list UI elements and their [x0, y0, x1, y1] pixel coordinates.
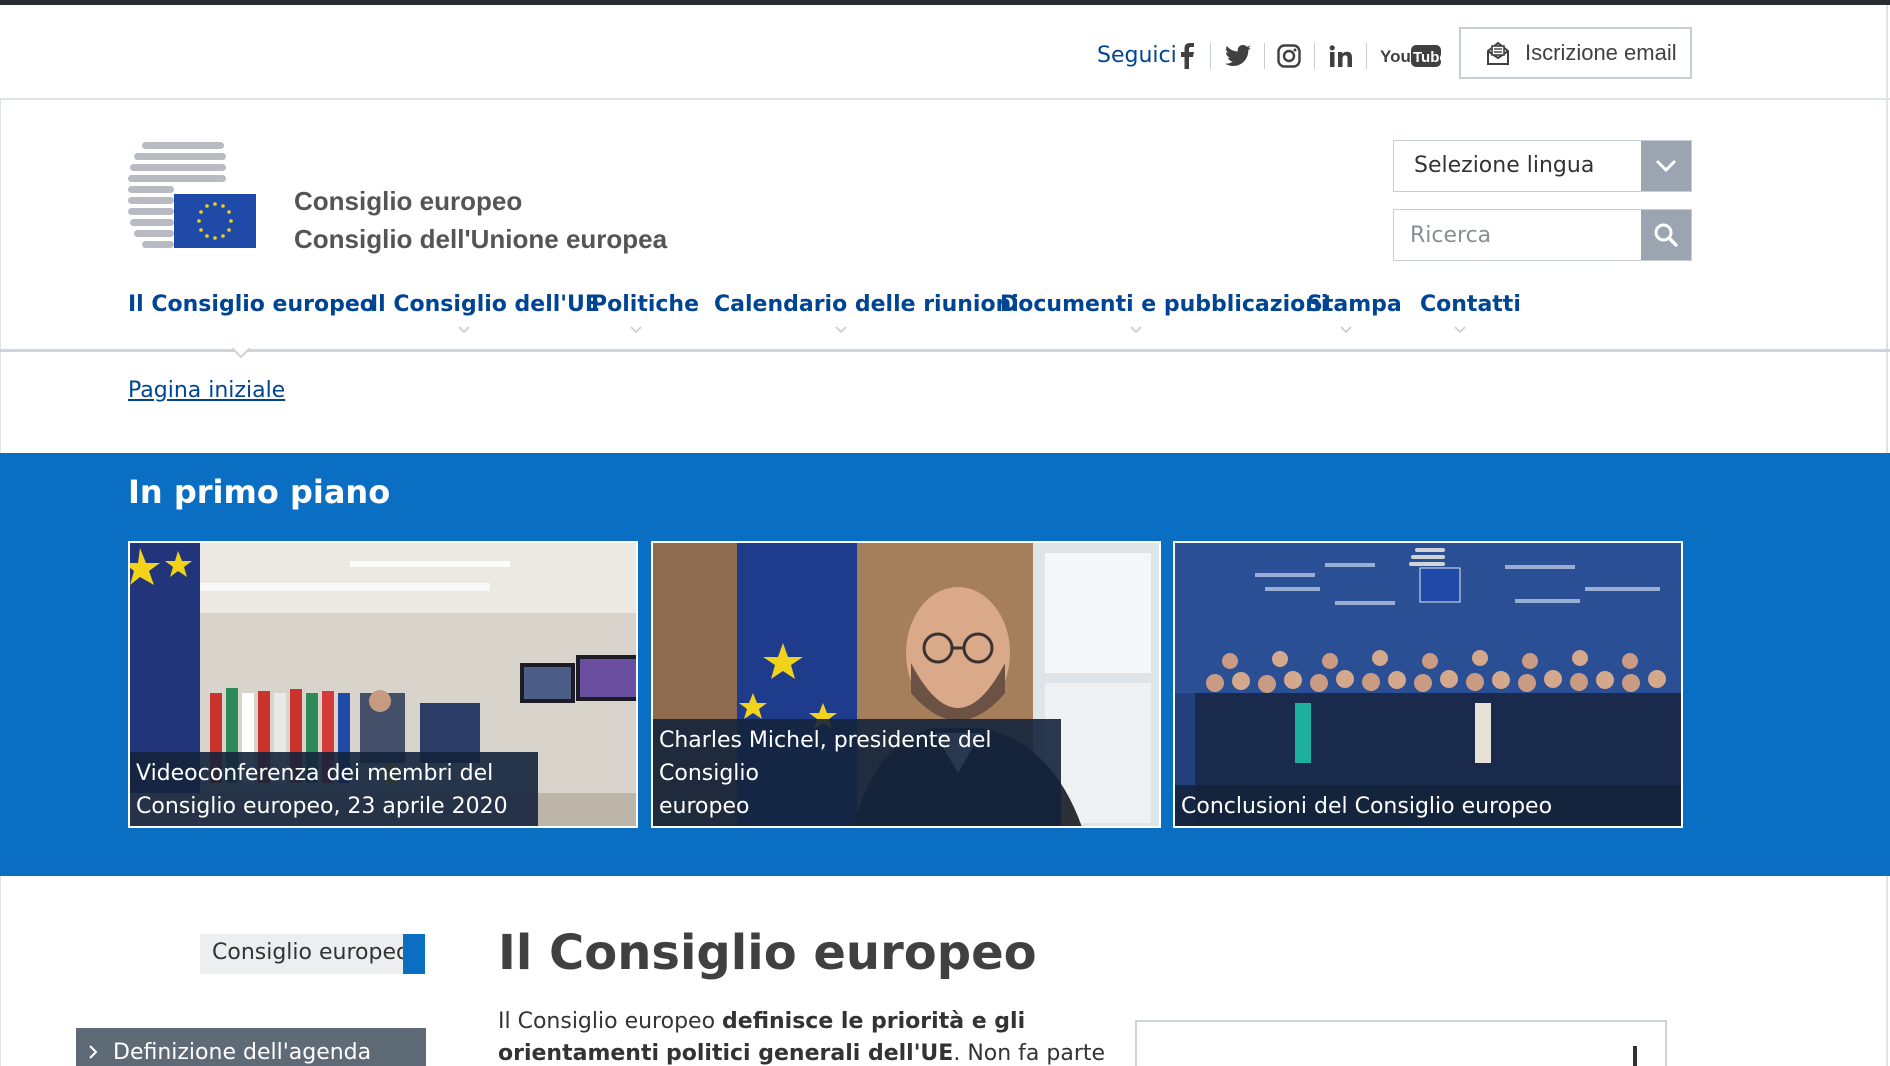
nav-item-council-of-eu[interactable]: Il Consiglio dell'UE [370, 292, 600, 317]
intro-text: Il Consiglio europeo [498, 1009, 723, 1034]
nav-item-contacts[interactable]: Contatti [1420, 292, 1521, 317]
search-icon[interactable] [1641, 210, 1691, 260]
intro-paragraph: Il Consiglio europeo definisce le priori… [498, 1006, 1110, 1066]
chevron-down-icon [1340, 326, 1352, 334]
facebook-icon[interactable] [1176, 39, 1198, 73]
featured-card-videoconference[interactable]: Videoconferenza dei membri del Consiglio… [128, 541, 638, 828]
svg-text:Tube: Tube [1413, 49, 1442, 66]
org-name-european-council: Consiglio europeo [294, 186, 523, 216]
nav-item-documents[interactable]: Documenti e pubblicazioni [1000, 292, 1328, 317]
youtube-icon[interactable]: You Tube [1380, 39, 1442, 73]
featured-band: In primo piano Videoconferenza dei membr… [0, 453, 1890, 876]
featured-card-charles-michel[interactable]: Charles Michel, presidente del Consiglio… [651, 541, 1161, 828]
featured-card-caption: Charles Michel, presidente del Consiglio… [653, 719, 1061, 826]
envelope-icon [1487, 41, 1509, 65]
instagram-icon[interactable] [1276, 39, 1302, 73]
chevron-down-icon[interactable] [1641, 141, 1691, 191]
chevron-down-icon [835, 326, 847, 334]
sidebar-item-label: Definizione dell'agenda [113, 1040, 372, 1065]
chevron-down-icon [1454, 326, 1466, 334]
breadcrumb-home-link[interactable]: Pagina iniziale [128, 378, 285, 403]
featured-title: In primo piano [128, 473, 391, 511]
social-separator [1210, 43, 1211, 69]
follow-us-label: Seguici [1097, 43, 1177, 68]
language-selector-label: Selezione lingua [1414, 153, 1595, 178]
nav-item-european-council[interactable]: Il Consiglio europeo [128, 292, 375, 317]
linkedin-icon[interactable] [1328, 39, 1354, 73]
info-box [1135, 1020, 1667, 1066]
section-accent-bar [403, 934, 425, 974]
featured-card-caption: Conclusioni del Consiglio europeo [1175, 785, 1681, 826]
social-separator [1264, 43, 1265, 69]
caption-line: Conclusioni del Consiglio europeo [1181, 794, 1553, 819]
info-box-marker [1633, 1046, 1637, 1066]
email-subscription-label: Iscrizione email [1525, 40, 1677, 65]
chevron-down-icon [458, 326, 470, 334]
featured-card-conclusions[interactable]: Conclusioni del Consiglio europeo [1173, 541, 1683, 828]
active-nav-pointer [232, 348, 250, 358]
sidebar-section-label: Consiglio europeo [200, 934, 425, 974]
nav-item-press[interactable]: Stampa [1307, 292, 1402, 317]
intro-bold-text: politici generali dell'UE [666, 1041, 954, 1066]
council-logo[interactable] [128, 140, 258, 252]
featured-card-caption: Videoconferenza dei membri del Consiglio… [130, 752, 538, 826]
caption-line: Consiglio europeo, 23 aprile 2020 [136, 794, 508, 819]
caption-line: Videoconferenza dei membri del [136, 761, 494, 786]
search-input[interactable] [1394, 210, 1642, 260]
social-separator [1366, 43, 1367, 69]
social-separator [1314, 43, 1315, 69]
svg-text:You: You [1380, 47, 1411, 66]
chevron-down-icon [1130, 326, 1142, 334]
caption-line: europeo [659, 794, 750, 819]
nav-item-meeting-calendar[interactable]: Calendario delle riunioni [714, 292, 1019, 317]
email-subscription-button[interactable]: Iscrizione email [1459, 27, 1692, 79]
sidebar-section-label-text: Consiglio europeo [212, 940, 410, 965]
language-selector[interactable]: Selezione lingua [1393, 140, 1692, 192]
caption-line: Charles Michel, presidente del Consiglio [659, 728, 992, 786]
nav-item-policies[interactable]: Politiche [591, 292, 699, 317]
chevron-right-icon [89, 1045, 98, 1059]
chevron-down-icon [630, 326, 642, 334]
search-box [1393, 209, 1692, 261]
utility-bar: Seguici You Tube Iscrizione email [0, 5, 1890, 100]
twitter-icon[interactable] [1224, 39, 1252, 73]
sidebar-item-agenda-setting[interactable]: Definizione dell'agenda [76, 1028, 426, 1066]
org-name-council-of-eu: Consiglio dell'Unione europea [294, 224, 668, 254]
page-title: Il Consiglio europeo [498, 925, 1037, 981]
main-navigation: Il Consiglio europeo Il Consiglio dell'U… [0, 280, 1890, 358]
